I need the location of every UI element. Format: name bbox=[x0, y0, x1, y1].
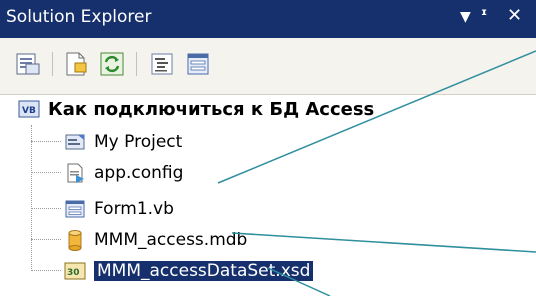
view-designer-icon[interactable] bbox=[184, 50, 212, 78]
dropdown-icon[interactable]: ▼ bbox=[460, 9, 471, 25]
title-bar: Solution Explorer ▼ ᶦ ✕ bbox=[0, 0, 536, 38]
window-title: Solution Explorer bbox=[6, 7, 152, 27]
tree-item-mdb[interactable]: MMM_access.mdb bbox=[64, 226, 247, 254]
tree-item-form1[interactable]: Form1.vb bbox=[64, 195, 174, 223]
toolbar-separator bbox=[52, 52, 53, 76]
close-icon[interactable]: ✕ bbox=[507, 5, 522, 26]
refresh-icon[interactable] bbox=[98, 50, 126, 78]
svg-text:30: 30 bbox=[67, 268, 80, 278]
config-file-icon bbox=[64, 162, 86, 184]
item-label: Form1.vb bbox=[94, 199, 174, 219]
item-label: app.config bbox=[94, 163, 184, 183]
tree-item-my-project[interactable]: My Project bbox=[64, 128, 182, 156]
view-code-icon[interactable] bbox=[148, 50, 176, 78]
pin-icon[interactable]: ᶦ bbox=[481, 5, 487, 26]
item-label: MMM_accessDataSet.xsd bbox=[94, 261, 314, 281]
properties-icon[interactable] bbox=[14, 50, 42, 78]
tree-item-dataset[interactable]: 30 MMM_accessDataSet.xsd bbox=[64, 257, 314, 285]
form-icon bbox=[64, 198, 86, 220]
solution-tree: VB Как подключиться к БД Access My Proje… bbox=[0, 95, 536, 296]
tree-item-app-config[interactable]: app.config bbox=[64, 159, 183, 187]
svg-text:VB: VB bbox=[22, 106, 36, 116]
toolbar-separator bbox=[136, 52, 137, 76]
database-icon bbox=[64, 229, 86, 251]
toolbar bbox=[0, 38, 536, 95]
vb-project-icon: VB bbox=[18, 98, 40, 120]
dataset-icon: 30 bbox=[64, 260, 86, 282]
tree-connector bbox=[31, 125, 32, 271]
show-all-files-icon[interactable] bbox=[62, 50, 90, 78]
item-label: MMM_access.mdb bbox=[94, 230, 248, 250]
my-project-icon bbox=[64, 131, 86, 153]
tree-root-project[interactable]: VB Как подключиться к БД Access bbox=[18, 95, 374, 123]
project-name: Как подключиться к БД Access bbox=[48, 98, 375, 120]
item-label: My Project bbox=[94, 132, 183, 152]
